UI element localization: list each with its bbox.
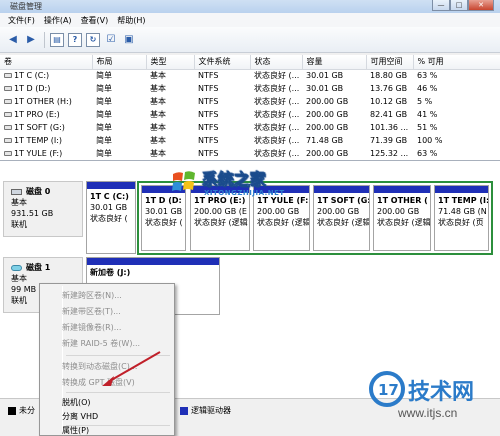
watermark-itjs: 17 技术网 www.itjs.cn [368, 370, 498, 434]
watermark-site-url: www.itjs.cn [398, 406, 458, 420]
watermark-logo-text: 17 [378, 381, 399, 399]
itjs-logo-icon: 17 [369, 371, 405, 407]
watermark-site-name: 技术网 [408, 380, 475, 405]
